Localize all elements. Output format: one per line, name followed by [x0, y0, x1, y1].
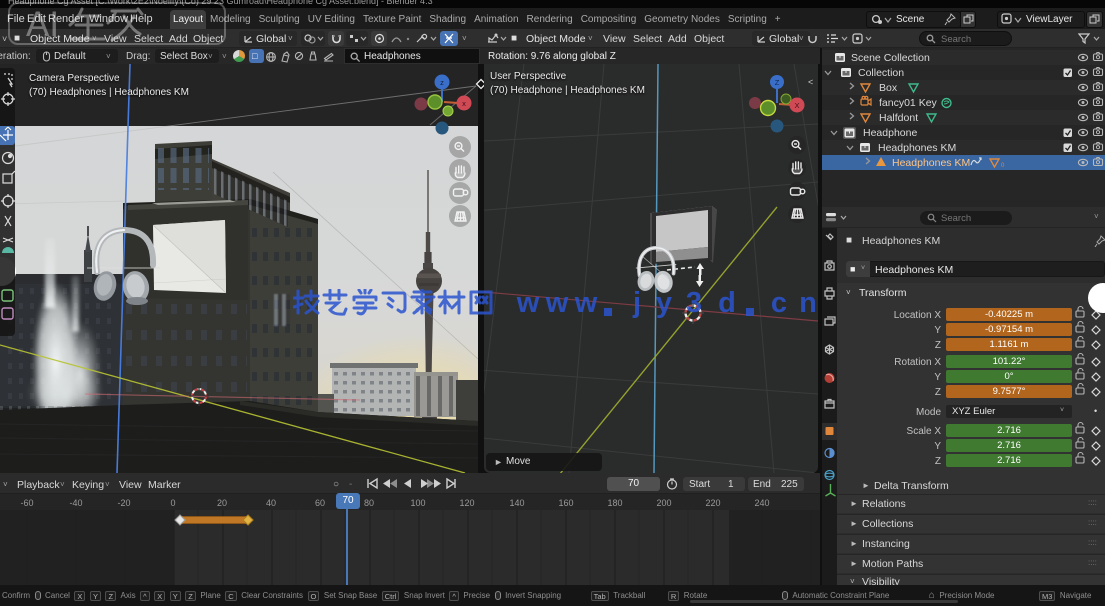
- svg-text:X: X: [794, 101, 799, 110]
- svg-text:0: 0: [1001, 163, 1005, 169]
- svg-text:Z: Z: [775, 78, 780, 87]
- svg-text:x: x: [462, 99, 466, 108]
- svg-text:z: z: [440, 78, 444, 87]
